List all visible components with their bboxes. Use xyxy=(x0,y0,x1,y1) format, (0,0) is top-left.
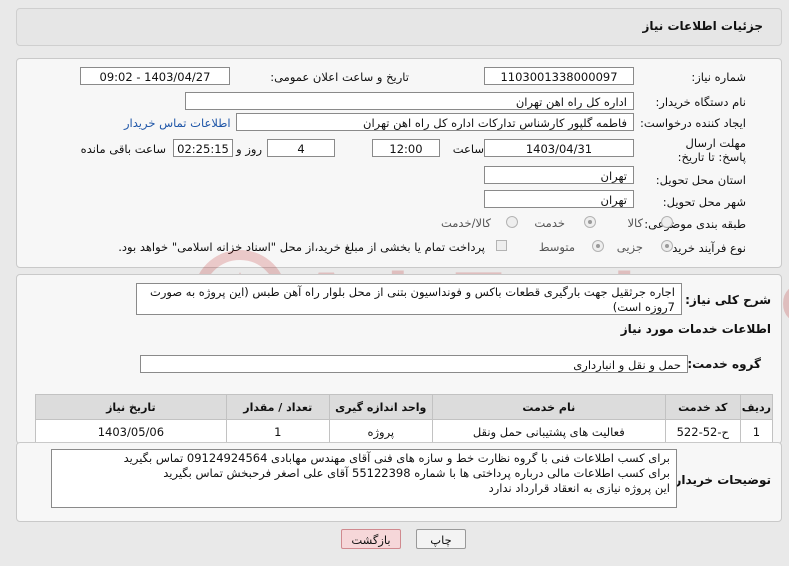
deadline-time-field: 12:00 xyxy=(372,139,440,157)
announce-date-field: 1403/04/27 - 09:02 xyxy=(80,67,230,85)
buyer-notes-label: توضیحات خریدار: xyxy=(669,473,771,487)
need-number-field: 1103001338000097 xyxy=(484,67,634,85)
creator-field: فاطمه گلپور کارشناس تدارکات اداره کل راه… xyxy=(236,113,634,131)
cell-row: 1 xyxy=(739,419,774,445)
summary-textarea[interactable]: اجاره جرثقیل جهت بارگیری قطعات باکس و فو… xyxy=(136,283,682,315)
buyer-note-line: این پروژه نیازی به انعقاد قرارداد ندارد xyxy=(488,481,670,495)
deadline-time-label: ساعت xyxy=(452,142,484,156)
cell-service-code: ح-52-522 xyxy=(664,419,741,445)
remaining-time-field: 02:25:15 xyxy=(173,139,233,157)
buyer-org-field: اداره کل راه اهن تهران xyxy=(185,92,634,110)
city-label: شهر محل تحویل: xyxy=(662,195,746,209)
page-title: جزئیات اطلاعات نیاز xyxy=(642,19,763,33)
col-need-date: تاریخ نیاز xyxy=(35,394,227,420)
service-group-label: گروه خدمت: xyxy=(687,357,761,371)
print-button[interactable]: چاپ xyxy=(416,529,466,549)
buyer-notes-textarea[interactable]: برای کسب اطلاعات فنی با گروه نظارت خط و … xyxy=(51,449,677,508)
category-option-goods-service: کالا/خدمت xyxy=(440,216,491,230)
col-quantity: تعداد / مقدار xyxy=(225,394,330,420)
process-option-medium: متوسط xyxy=(538,240,575,254)
services-table: ردیف کد خدمت نام خدمت واحد اندازه گیری ت… xyxy=(35,394,774,445)
cell-unit: پروژه xyxy=(328,419,433,445)
buyer-org-label: نام دستگاه خریدار: xyxy=(655,95,746,109)
services-section-title: اطلاعات خدمات مورد نیاز xyxy=(620,322,771,336)
days-label: روز و xyxy=(236,142,262,156)
col-row: ردیف xyxy=(739,394,774,420)
services-table-header: ردیف کد خدمت نام خدمت واحد اندازه گیری ت… xyxy=(35,394,774,420)
category-option-service: خدمت xyxy=(534,216,565,230)
deadline-date-field: 1403/04/31 xyxy=(484,139,634,157)
col-service-name: نام خدمت xyxy=(431,394,666,420)
province-field: تهران xyxy=(484,166,634,184)
category-radio-service[interactable] xyxy=(584,216,596,228)
buyer-contact-link[interactable]: اطلاعات تماس خریدار xyxy=(124,116,231,130)
back-button[interactable]: بازگشت xyxy=(341,529,401,549)
category-radio-goods-service[interactable] xyxy=(506,216,518,228)
cell-need-date: 1403/05/06 xyxy=(35,419,227,445)
service-group-field: حمل و نقل و انبارداری xyxy=(140,355,688,373)
deadline-label: مهلت ارسال پاسخ: تا تاریخ: xyxy=(677,136,746,164)
summary-label: شرح کلی نیاز: xyxy=(685,293,771,307)
cell-quantity: 1 xyxy=(225,419,330,445)
creator-label: ایجاد کننده درخواست: xyxy=(640,116,746,130)
payment-note: پرداخت تمام یا بخشی از مبلغ خرید،از محل … xyxy=(118,240,485,254)
category-option-goods: کالا xyxy=(627,216,643,230)
category-radio-goods[interactable] xyxy=(661,216,673,228)
col-unit: واحد اندازه گیری xyxy=(328,394,433,420)
city-field: تهران xyxy=(484,190,634,208)
process-radio-medium[interactable] xyxy=(592,240,604,252)
cell-service-name: فعالیت های پشتیبانی حمل ونقل xyxy=(431,419,666,445)
col-service-code: کد خدمت xyxy=(664,394,741,420)
buyer-note-line: برای کسب اطلاعات فنی با گروه نظارت خط و … xyxy=(123,451,670,465)
buyer-note-line: برای کسب اطلاعات مالی درباره پرداختی ها … xyxy=(163,466,670,480)
page-header: جزئیات اطلاعات نیاز xyxy=(16,8,782,46)
process-radio-minor[interactable] xyxy=(661,240,673,252)
category-label: طبقه بندی موضوعی: xyxy=(644,217,746,231)
remaining-time-label: ساعت باقی مانده xyxy=(80,142,166,156)
process-option-minor: جزیی xyxy=(616,240,643,254)
need-number-label: شماره نیاز: xyxy=(691,70,746,84)
table-row[interactable]: 1 ح-52-522 فعالیت های پشتیبانی حمل ونقل … xyxy=(35,419,774,445)
treasury-checkbox[interactable] xyxy=(496,240,507,251)
announce-label: تاریخ و ساعت اعلان عمومی: xyxy=(270,70,409,84)
province-label: استان محل تحویل: xyxy=(655,173,746,187)
days-remaining-field: 4 xyxy=(267,139,335,157)
process-label: نوع فرآیند خرید : xyxy=(664,241,746,255)
